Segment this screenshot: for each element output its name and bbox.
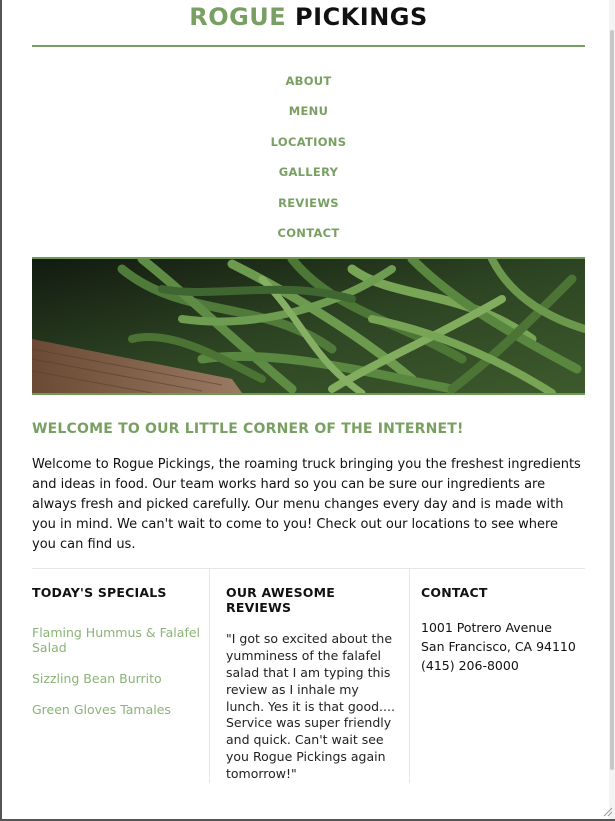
reviews-heading: OUR AWESOME REVIEWS bbox=[226, 585, 335, 616]
site-title-rogue: ROGUE bbox=[189, 3, 287, 31]
site-title-pickings: PICKINGS bbox=[295, 3, 428, 31]
nav-reviews[interactable]: REVIEWS bbox=[32, 195, 585, 225]
nav-about[interactable]: ABOUT bbox=[32, 73, 585, 103]
specials-column: TODAY'S SPECIALS Flaming Hummus & Falafe… bbox=[32, 569, 209, 782]
contact-street: 1001 Potrero Avenue bbox=[421, 620, 552, 636]
contact-heading: CONTACT bbox=[421, 585, 488, 601]
nav-locations[interactable]: LOCATIONS bbox=[32, 134, 585, 164]
contact-city: San Francisco, CA 94110 bbox=[421, 639, 576, 655]
special-item[interactable]: Sizzling Bean Burrito bbox=[32, 671, 209, 686]
welcome-paragraph: Welcome to Rogue Pickings, the roaming t… bbox=[32, 457, 581, 553]
specials-heading: TODAY'S SPECIALS bbox=[32, 585, 167, 601]
vertical-scrollbar[interactable] bbox=[609, 0, 615, 821]
review-quote: "I got so excited about the yumminess of… bbox=[226, 631, 395, 781]
nav-contact[interactable]: CONTACT bbox=[32, 225, 585, 255]
contact-column: CONTACT 1001 Potrero Avenue San Francisc… bbox=[409, 569, 585, 783]
welcome-heading: WELCOME TO OUR LITTLE CORNER OF THE INTE… bbox=[32, 421, 464, 438]
green-beans-illustration bbox=[32, 259, 585, 394]
reviews-column: OUR AWESOME REVIEWS "I got so excited ab… bbox=[209, 569, 409, 783]
hero-image-green-beans bbox=[32, 257, 585, 396]
header-divider bbox=[32, 45, 585, 47]
info-columns: TODAY'S SPECIALS Flaming Hummus & Falafe… bbox=[32, 569, 585, 783]
contact-address: 1001 Potrero Avenue San Francisco, CA 94… bbox=[421, 618, 585, 675]
contact-phone[interactable]: (415) 206-8000 bbox=[421, 656, 585, 675]
main-nav: ABOUT MENU LOCATIONS GALLERY REVIEWS CON… bbox=[32, 73, 585, 255]
nav-menu[interactable]: MENU bbox=[32, 103, 585, 133]
site-title[interactable]: ROGUE PICKINGS bbox=[32, 3, 585, 31]
resize-grip-icon[interactable] bbox=[601, 805, 613, 817]
page-content: ROGUE PICKINGS ABOUT MENU LOCATIONS GALL… bbox=[32, 0, 585, 783]
special-item[interactable]: Green Gloves Tamales bbox=[32, 702, 209, 717]
special-item[interactable]: Flaming Hummus & Falafel Salad bbox=[32, 625, 209, 655]
window-border-left bbox=[0, 0, 2, 821]
scrollbar-thumb[interactable] bbox=[610, 30, 614, 770]
nav-gallery[interactable]: GALLERY bbox=[32, 164, 585, 194]
